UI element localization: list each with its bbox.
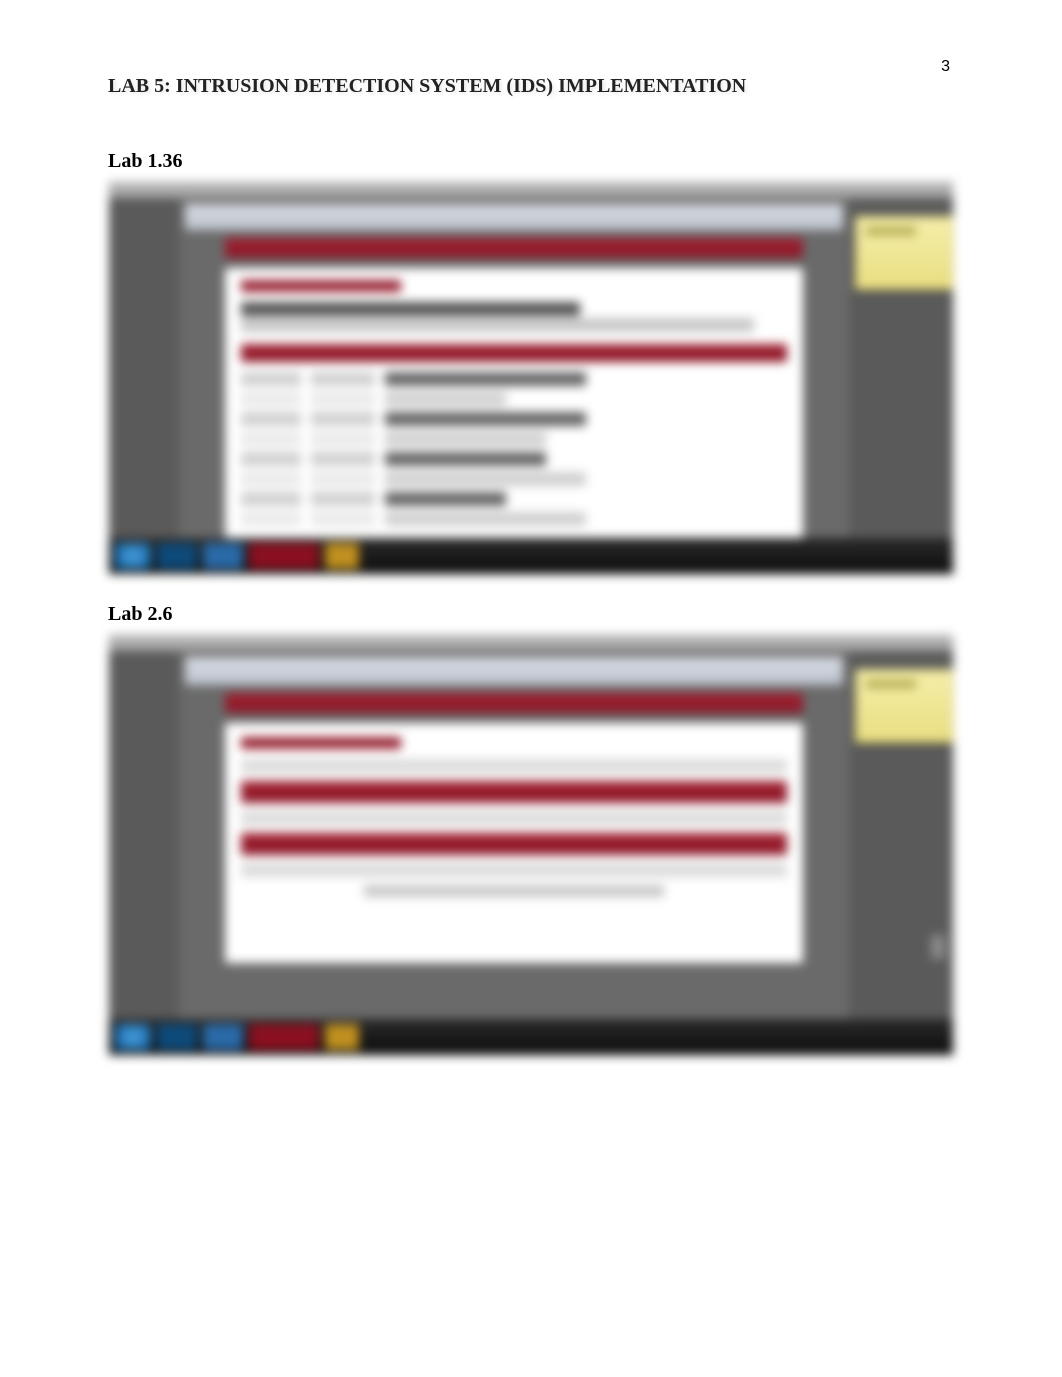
scrollbar-thumb (931, 935, 945, 959)
taskbar-button (325, 1024, 359, 1050)
table-cell (385, 432, 546, 446)
table-cell (241, 372, 301, 386)
right-rail (849, 198, 953, 538)
table-cell (385, 452, 546, 466)
browser-toolbar (185, 204, 843, 230)
site-header-bar (225, 693, 803, 713)
table-cell (241, 512, 301, 526)
right-rail (849, 651, 953, 1019)
window-titlebar (109, 182, 953, 198)
site-header-bar (225, 238, 803, 258)
page-number: 3 (941, 58, 950, 76)
taskbar-button (325, 543, 359, 569)
taskbar-button (249, 1024, 319, 1050)
table-cell (241, 432, 301, 446)
table-cell (311, 392, 375, 406)
panel-title (241, 737, 401, 749)
table-cell (385, 412, 586, 426)
taskbar (109, 538, 953, 574)
table-cell (385, 472, 586, 486)
taskbar-button (157, 543, 197, 569)
section-label-2: Lab 2.6 (108, 603, 954, 626)
panel-title (241, 280, 401, 292)
table-header-bar (241, 344, 787, 362)
table-cell (241, 472, 301, 486)
panel-row (241, 863, 787, 877)
taskbar-button (203, 543, 243, 569)
table-cell (311, 492, 375, 506)
table-cell (311, 512, 375, 526)
table-cell (241, 492, 301, 506)
start-button-icon (115, 1024, 151, 1050)
table-cell (311, 372, 375, 386)
section-label-1: Lab 1.36 (108, 150, 954, 173)
table-cell (311, 412, 375, 426)
data-table (241, 372, 787, 526)
table-cell (311, 432, 375, 446)
browser-toolbar (185, 657, 843, 685)
section-bar (241, 833, 787, 855)
screenshot-lab-1-36 (108, 181, 954, 575)
panel-footer-row (364, 885, 664, 897)
table-cell (385, 492, 506, 506)
table-cell (241, 392, 301, 406)
table-cell (311, 472, 375, 486)
panel-row (241, 811, 787, 825)
content-panel (225, 723, 803, 963)
table-cell (241, 452, 301, 466)
taskbar-button (203, 1024, 243, 1050)
left-sidebar (109, 198, 179, 538)
table-cell (241, 412, 301, 426)
section-bar (241, 781, 787, 803)
left-sidebar (109, 651, 179, 1019)
taskbar-button (157, 1024, 197, 1050)
panel-row (241, 759, 787, 773)
panel-subtitle-light (241, 318, 754, 332)
content-panel (225, 268, 803, 538)
table-cell (311, 452, 375, 466)
window-titlebar (109, 635, 953, 651)
screenshot-lab-2-6 (108, 634, 954, 1056)
document-title: LAB 5: INTRUSION DETECTION SYSTEM (IDS) … (108, 75, 954, 98)
sticky-note (855, 216, 953, 290)
table-cell (385, 512, 586, 526)
panel-subtitle-dark (241, 302, 580, 316)
taskbar (109, 1019, 953, 1055)
start-button-icon (115, 543, 151, 569)
table-cell (385, 392, 506, 406)
table-cell (385, 372, 586, 386)
taskbar-button (249, 543, 319, 569)
sticky-note (855, 669, 953, 743)
